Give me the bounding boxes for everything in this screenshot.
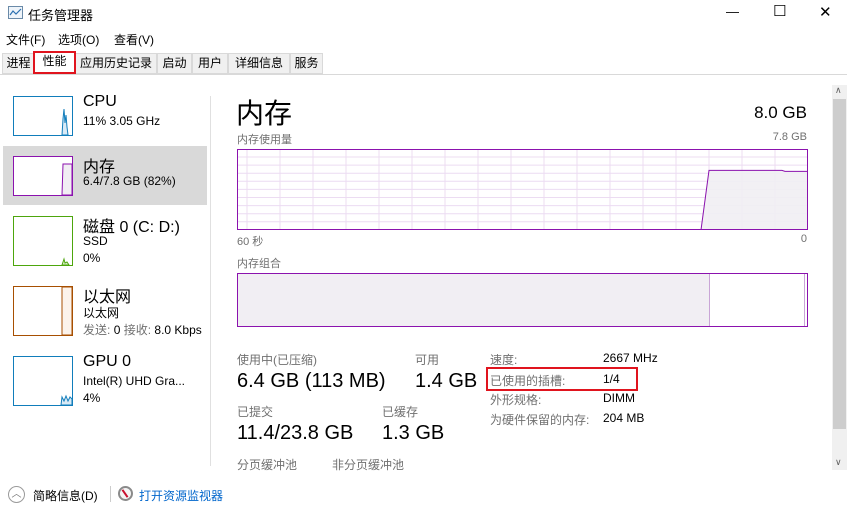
window-title: 任务管理器 (28, 8, 94, 23)
cached-value: 1.3 GB (382, 422, 445, 444)
memory-usage-graph (237, 149, 808, 230)
sidebar-item-cpu[interactable]: CPU 11% 3.05 GHz (3, 90, 207, 142)
nonpaged-pool-label: 非分页缓冲池 (332, 458, 405, 472)
sidebar-item-memory[interactable]: 内存 6.4/7.8 GB (82%) (3, 146, 207, 205)
scroll-down-icon[interactable]: ∨ (835, 457, 842, 468)
cpu-title: CPU (83, 93, 117, 110)
sidebar-item-gpu[interactable]: GPU 0 Intel(R) UHD Gra... 4% (3, 350, 207, 410)
scroll-up-icon[interactable]: ∧ (835, 85, 842, 96)
ethernet-throughput: 发送: 0 接收: 8.0 Kbps (83, 321, 202, 338)
available-value: 1.4 GB (415, 370, 478, 392)
standby-edge (804, 274, 805, 326)
tab-users[interactable]: 用户 (192, 53, 228, 74)
sidebar-divider (210, 96, 211, 466)
highlight-box (33, 51, 76, 74)
tab-startup[interactable]: 启动 (157, 53, 192, 74)
sidebar-item-ethernet[interactable]: 以太网 以太网 发送: 0 接收: 8.0 Kbps (3, 280, 215, 340)
in-use-segment (238, 274, 711, 326)
usage-label: 内存使用量 (237, 134, 292, 146)
cpu-subtitle: 11% 3.05 GHz (83, 114, 161, 128)
committed-label: 已提交 (237, 405, 274, 419)
speed-value: 2667 MHz (603, 351, 658, 365)
memory-subtitle: 6.4/7.8 GB (82%) (83, 174, 176, 188)
open-resource-monitor-link[interactable]: 打开资源监视器 (139, 487, 223, 504)
time-axis-end: 0 (800, 233, 807, 245)
collapse-icon[interactable]: ︿ (8, 486, 25, 503)
tab-services[interactable]: 服务 (290, 53, 323, 74)
menu-file[interactable]: 文件(F) (6, 31, 45, 48)
resource-monitor-icon (118, 486, 133, 501)
receive-label: 接收: (123, 323, 152, 337)
fewer-details-button[interactable]: 简略信息(D) (33, 487, 98, 504)
cached-label: 已缓存 (382, 405, 419, 419)
form-factor-value: DIMM (603, 391, 635, 405)
gpu-title: GPU 0 (83, 353, 132, 370)
slots-highlight-box (486, 367, 638, 391)
usage-area (700, 169, 808, 230)
send-label: 发送: (83, 323, 111, 337)
in-use-label: 使用中(已压缩) (237, 353, 317, 367)
gpu-thumbnail (13, 356, 73, 406)
form-factor-label: 外形规格: (490, 393, 542, 407)
minimize-button[interactable]: — (726, 4, 739, 19)
memory-composition-bar (237, 273, 808, 327)
tab-divider (0, 74, 847, 75)
menu-view[interactable]: 查看(V) (114, 31, 154, 48)
disk-type: SSD (83, 234, 108, 248)
send-value: 0 (113, 323, 121, 337)
sidebar-item-disk[interactable]: 磁盘 0 (C: D:) SSD 0% (3, 210, 207, 270)
tab-app-history[interactable]: 应用历史记录 (75, 53, 157, 74)
cpu-thumbnail (13, 96, 73, 136)
close-button[interactable]: ✕ (819, 3, 832, 21)
receive-value: 8.0 Kbps (154, 323, 202, 337)
reserved-label: 为硬件保留的内存: (490, 413, 590, 427)
ethernet-thumbnail (13, 286, 73, 336)
reserved-value: 204 MB (603, 411, 645, 425)
usage-max: 7.8 GB (772, 131, 807, 143)
app-icon (8, 6, 23, 19)
scrollbar[interactable]: ∧ ∨ (832, 85, 847, 470)
scrollbar-thumb[interactable] (833, 99, 846, 429)
tab-processes[interactable]: 进程 (2, 53, 35, 74)
menu-options[interactable]: 选项(O) (58, 31, 99, 48)
speed-label: 速度: (490, 353, 518, 367)
available-label: 可用 (415, 353, 440, 367)
disk-usage: 0% (83, 251, 101, 265)
maximize-button[interactable]: ☐ (773, 2, 786, 20)
total-memory: 8.0 GB (754, 103, 807, 122)
footer-divider (110, 486, 111, 502)
paged-pool-label: 分页缓冲池 (237, 458, 298, 472)
gpu-usage: 4% (83, 391, 101, 405)
tab-details[interactable]: 详细信息 (228, 53, 290, 74)
committed-value: 11.4/23.8 GB (237, 422, 354, 444)
disk-thumbnail (13, 216, 73, 266)
page-title: 内存 (236, 98, 293, 129)
time-axis-start: 60 秒 (237, 236, 264, 248)
memory-thumbnail (13, 156, 73, 196)
gpu-subtitle: Intel(R) UHD Gra... (83, 374, 186, 388)
in-use-value: 6.4 GB (113 MB) (237, 370, 386, 392)
ethernet-subtitle: 以太网 (83, 306, 120, 320)
composition-label: 内存组合 (237, 258, 281, 270)
